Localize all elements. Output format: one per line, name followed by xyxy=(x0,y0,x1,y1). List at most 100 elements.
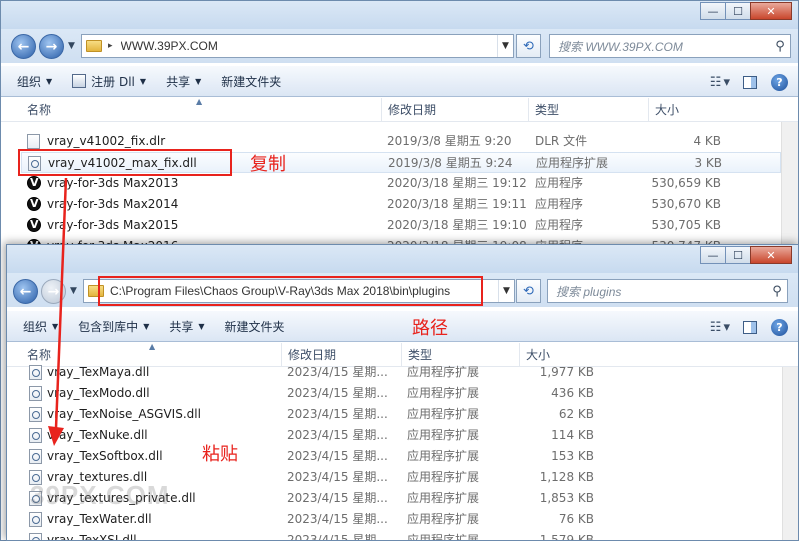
preview-pane-icon[interactable] xyxy=(743,75,757,89)
organize-label: 组织 xyxy=(23,319,48,334)
file-row[interactable]: vray-for-3ds Max2015 2020/3/18 星期三 19:10 应… xyxy=(21,215,781,236)
file-type: 应用程序扩展 xyxy=(407,512,480,526)
file-name: vray-for-3ds Max2015 xyxy=(47,218,179,232)
include-in-library-button[interactable]: 包含到库中 ▼ xyxy=(68,311,159,341)
breadcrumb-chevron-icon[interactable]: ▸ xyxy=(108,41,113,51)
help-icon[interactable]: ? xyxy=(771,318,788,336)
address-bar[interactable]: ▸ WWW.39PX.COM ▼ xyxy=(81,34,514,58)
file-date: 2023/4/15 星期... xyxy=(287,470,388,484)
history-dropdown-icon[interactable]: ▼ xyxy=(70,286,77,296)
include-library-label: 包含到库中 xyxy=(78,319,139,334)
vray-app-icon xyxy=(27,218,41,232)
file-row[interactable]: vray_TexNoise_ASGVIS.dll 2023/4/15 星期... 应… xyxy=(21,404,781,425)
file-name: vray-for-3ds Max2013 xyxy=(47,176,179,190)
file-date: 2023/4/15 星期... xyxy=(287,428,388,442)
view-options-icon[interactable]: ☷ ▾ xyxy=(710,75,730,90)
organize-button[interactable]: 组织 ▼ xyxy=(7,311,68,341)
dll-icon xyxy=(29,512,42,527)
file-size: 76 KB xyxy=(558,512,594,526)
path-highlight-box xyxy=(98,276,483,306)
forward-arrow-icon: → xyxy=(47,283,60,300)
file-date: 2023/4/15 星期... xyxy=(287,407,388,421)
minimize-button[interactable]: — xyxy=(700,2,726,20)
file-date: 2023/4/15 星期... xyxy=(287,365,388,379)
view-options-icon[interactable]: ☷ ▾ xyxy=(710,320,730,335)
minimize-button[interactable]: — xyxy=(700,246,726,264)
organize-button[interactable]: 组织 ▼ xyxy=(1,66,62,96)
file-size: 1,853 KB xyxy=(539,491,594,505)
share-button[interactable]: 共享 ▼ xyxy=(156,66,211,96)
file-type: 应用程序 xyxy=(535,197,584,211)
refresh-button[interactable]: ⟲ xyxy=(516,279,541,303)
forward-button[interactable]: → xyxy=(41,279,66,304)
history-dropdown-icon[interactable]: ▼ xyxy=(68,41,75,51)
close-button[interactable]: ✕ xyxy=(750,2,792,20)
share-label: 共享 xyxy=(169,319,194,334)
close-button[interactable]: ✕ xyxy=(750,246,792,264)
file-size: 4 KB xyxy=(693,134,721,148)
dll-icon xyxy=(29,449,42,464)
help-icon[interactable]: ? xyxy=(771,73,788,91)
maximize-button[interactable]: ☐ xyxy=(725,2,751,20)
file-type: 应用程序扩展 xyxy=(407,428,480,442)
search-box[interactable]: 搜索 plugins ⚲ xyxy=(547,279,788,303)
column-header: ▲ 名称 修改日期 类型 大小 xyxy=(1,97,798,122)
file-date: 2020/3/18 星期三 19:10 xyxy=(387,218,527,232)
file-type: 应用程序扩展 xyxy=(407,365,480,379)
column-name[interactable]: 名称 xyxy=(21,98,381,122)
maximize-button[interactable]: ☐ xyxy=(725,246,751,264)
column-type[interactable]: 类型 xyxy=(528,98,648,122)
file-row[interactable]: vray_TexXSI.dll 2023/4/15 星期... 应用程序扩展 1,57… xyxy=(21,530,781,541)
file-size: 436 KB xyxy=(551,386,594,400)
file-row[interactable]: vray-for-3ds Max2014 2020/3/18 星期三 19:11 应… xyxy=(21,194,781,215)
file-type: 应用程序 xyxy=(535,176,584,190)
file-size: 530,705 KB xyxy=(651,218,721,232)
file-row[interactable]: vray_TexSoftbox.dll 2023/4/15 星期... 应用程序扩展… xyxy=(21,446,781,467)
file-row[interactable]: vray-for-3ds Max2013 2020/3/18 星期三 19:12 应… xyxy=(21,173,781,194)
file-row[interactable]: vray_TexMaya.dll 2023/4/15 星期... 应用程序扩展 1,9… xyxy=(21,362,781,383)
search-icon[interactable]: ⚲ xyxy=(767,284,787,299)
file-name: vray_TexNuke.dll xyxy=(47,428,148,442)
organize-label: 组织 xyxy=(17,74,42,89)
file-row[interactable]: vray_TexNuke.dll 2023/4/15 星期... 应用程序扩展 114… xyxy=(21,425,781,446)
search-icon[interactable]: ⚲ xyxy=(770,39,790,54)
preview-pane-icon[interactable] xyxy=(743,320,757,334)
file-row[interactable]: vray_TexModo.dll 2023/4/15 星期... 应用程序扩展 436… xyxy=(21,383,781,404)
file-icon xyxy=(27,134,40,149)
file-type: 应用程序扩展 xyxy=(407,491,480,505)
window-controls: — ☐ ✕ xyxy=(700,246,792,264)
refresh-icon: ⟲ xyxy=(523,283,534,299)
file-type: 应用程序扩展 xyxy=(407,407,480,421)
chevron-down-icon: ▼ xyxy=(52,321,59,331)
back-button[interactable]: ← xyxy=(11,34,36,59)
register-dll-label: 注册 Dll xyxy=(91,74,135,89)
share-button[interactable]: 共享 ▼ xyxy=(159,311,214,341)
file-date: 2023/4/15 星期... xyxy=(287,533,388,541)
file-date: 2023/4/15 星期... xyxy=(287,386,388,400)
column-size[interactable]: 大小 xyxy=(648,98,728,122)
dll-icon xyxy=(29,533,42,540)
address-dropdown-icon[interactable]: ▼ xyxy=(498,280,514,302)
file-size: 153 KB xyxy=(551,449,594,463)
back-button[interactable]: ← xyxy=(13,279,38,304)
scrollbar[interactable] xyxy=(782,367,798,540)
chevron-down-icon: ▼ xyxy=(46,76,53,86)
file-name: vray_TexXSI.dll xyxy=(47,533,137,541)
file-row[interactable]: vray_TexWater.dll 2023/4/15 星期... 应用程序扩展 76… xyxy=(21,509,781,530)
chevron-down-icon: ▼ xyxy=(198,321,205,331)
refresh-icon: ⟲ xyxy=(523,38,534,54)
file-name: vray_TexMaya.dll xyxy=(47,365,150,379)
column-date[interactable]: 修改日期 xyxy=(381,98,528,122)
address-dropdown-icon[interactable]: ▼ xyxy=(497,35,513,57)
new-folder-button[interactable]: 新建文件夹 xyxy=(215,311,295,341)
chevron-down-icon: ▼ xyxy=(195,76,202,86)
forward-button[interactable]: → xyxy=(39,34,64,59)
file-name: vray-for-3ds Max2014 xyxy=(47,197,179,211)
register-dll-button[interactable]: 注册 Dll ▼ xyxy=(62,66,156,96)
scrollbar[interactable] xyxy=(781,122,798,252)
search-placeholder: 搜索 WWW.39PX.COM xyxy=(558,39,683,54)
search-box[interactable]: 搜索 WWW.39PX.COM ⚲ xyxy=(549,34,791,58)
new-folder-button[interactable]: 新建文件夹 xyxy=(211,66,291,96)
refresh-button[interactable]: ⟲ xyxy=(516,34,541,58)
file-date: 2023/4/15 星期... xyxy=(287,449,388,463)
